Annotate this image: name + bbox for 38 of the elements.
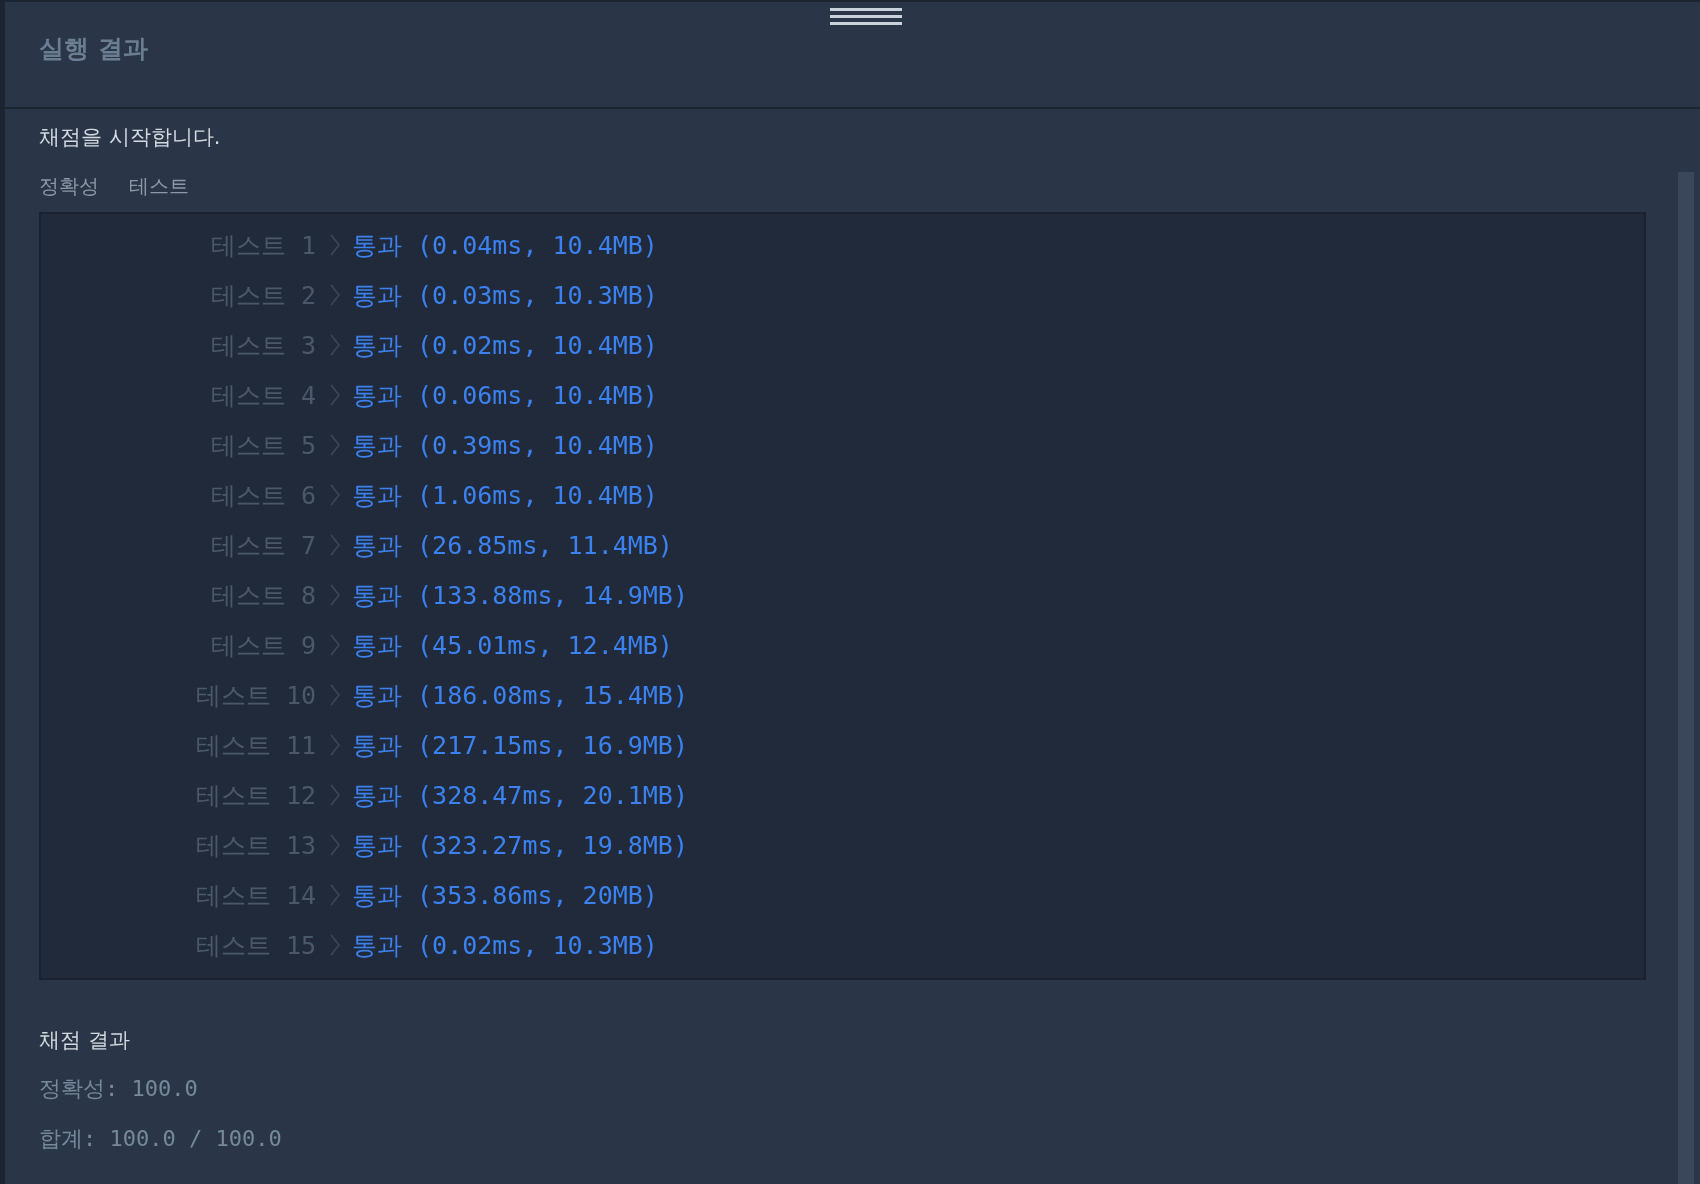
test-result: 통과 (45.01ms, 12.4MB) xyxy=(352,629,673,662)
status-message: 채점을 시작합니다. xyxy=(39,124,222,151)
test-result: 통과 (186.08ms, 15.4MB) xyxy=(352,679,688,712)
chevron-icon xyxy=(330,384,340,406)
test-result: 통과 (353.86ms, 20MB) xyxy=(352,879,658,912)
test-result: 통과 (133.88ms, 14.9MB) xyxy=(352,579,688,612)
section-label: 테스트 xyxy=(129,173,189,200)
test-result: 통과 (328.47ms, 20.1MB) xyxy=(352,779,688,812)
test-result: 통과 (1.06ms, 10.4MB) xyxy=(352,479,658,512)
test-result: 통과 (0.02ms, 10.3MB) xyxy=(352,929,658,962)
test-result: 통과 (0.02ms, 10.4MB) xyxy=(352,329,658,362)
chevron-icon xyxy=(330,484,340,506)
chevron-icon xyxy=(330,834,340,856)
panel-title: 실행 결과 xyxy=(39,33,148,65)
test-result: 통과 (0.04ms, 10.4MB) xyxy=(352,229,658,262)
test-result: 통과 (0.39ms, 10.4MB) xyxy=(352,429,658,462)
chevron-icon xyxy=(330,234,340,256)
summary-line: 합계: 100.0 / 100.0 xyxy=(39,1125,283,1153)
chevron-icon xyxy=(330,734,340,756)
chevron-icon xyxy=(330,934,340,956)
test-result: 통과 (26.85ms, 11.4MB) xyxy=(352,529,673,562)
test-result: 통과 (323.27ms, 19.8MB) xyxy=(352,829,688,862)
section-label: 정확성 xyxy=(39,173,99,200)
chevron-icon xyxy=(330,584,340,606)
test-result: 통과 (217.15ms, 16.9MB) xyxy=(352,729,688,762)
summary-title: 채점 결과 xyxy=(39,1027,131,1054)
chevron-icon xyxy=(330,534,340,556)
drag-handle-icon[interactable] xyxy=(830,8,902,28)
chevron-icon xyxy=(330,634,340,656)
summary-line: 정확성: 100.0 xyxy=(39,1075,199,1103)
chevron-icon xyxy=(330,684,340,706)
chevron-icon xyxy=(330,784,340,806)
chevron-icon xyxy=(330,284,340,306)
test-result: 통과 (0.03ms, 10.3MB) xyxy=(352,279,658,312)
chevron-icon xyxy=(330,334,340,356)
test-result: 통과 (0.06ms, 10.4MB) xyxy=(352,379,658,412)
chevron-icon xyxy=(330,884,340,906)
chevron-icon xyxy=(330,434,340,456)
